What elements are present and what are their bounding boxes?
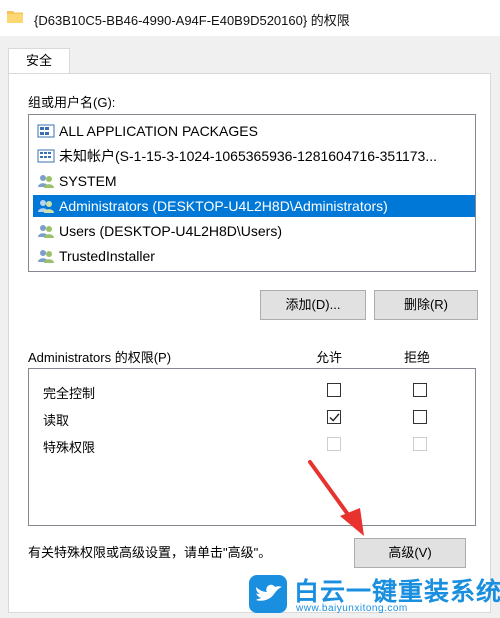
list-item[interactable]: 未知帐户(S-1-15-3-1024-1065365936-1281604716…	[37, 145, 475, 167]
list-item-selected[interactable]: Administrators (DESKTOP-U4L2H8D\Administ…	[33, 195, 475, 217]
watermark: 白云一键重装系统 www.baiyunxitong.com	[248, 572, 500, 616]
list-item[interactable]: TrustedInstaller	[37, 245, 475, 267]
deny-header: 拒绝	[404, 350, 431, 365]
checkmark-icon	[329, 413, 340, 422]
list-item-label: 未知帐户(S-1-15-3-1024-1065365936-1281604716…	[59, 148, 437, 164]
list-item-label: SYSTEM	[59, 173, 117, 189]
tab-security[interactable]: 安全	[8, 48, 70, 74]
users-group-icon	[38, 175, 54, 188]
groups-list[interactable]: ALL APPLICATION PACKAGES 未知帐户(S-1-15-3-1…	[28, 114, 476, 272]
users-group-icon	[38, 200, 54, 213]
list-item-label: ALL APPLICATION PACKAGES	[59, 123, 258, 139]
permission-row-label: 读取	[43, 413, 70, 428]
allow-full-control-checkbox[interactable]	[327, 383, 341, 397]
folder-icon	[7, 11, 23, 23]
list-item-label: TrustedInstaller	[59, 248, 155, 264]
unknown-account-icon	[37, 149, 55, 163]
groups-label: 组或用户名(G):	[28, 95, 116, 110]
permission-row-label: 完全控制	[43, 386, 96, 401]
list-item[interactable]: ALL APPLICATION PACKAGES	[37, 120, 475, 142]
deny-full-control-checkbox[interactable]	[413, 383, 427, 397]
users-group-icon	[38, 250, 54, 263]
permissions-list: 完全控制 读取 特殊权限	[28, 368, 476, 526]
permissions-label: Administrators 的权限(P)	[28, 350, 172, 365]
list-item[interactable]: Users (DESKTOP-U4L2H8D\Users)	[37, 220, 475, 242]
users-group-icon	[38, 225, 54, 238]
permission-row-label: 特殊权限	[43, 440, 96, 455]
advanced-hint: 有关特殊权限或高级设置，请单击"高级"。	[28, 545, 272, 560]
deny-special-checkbox	[413, 437, 427, 451]
window-title: {D63B10C5-BB46-4990-A94F-E40B9D520160} 的…	[34, 13, 350, 28]
add-button[interactable]: 添加(D)...	[260, 290, 366, 320]
allow-special-checkbox	[327, 437, 341, 451]
allow-header: 允许	[316, 350, 343, 365]
annotation-arrow-icon	[308, 460, 364, 536]
remove-button[interactable]: 删除(R)	[374, 290, 478, 320]
bird-logo-icon	[249, 575, 287, 613]
app-packages-icon	[37, 124, 55, 138]
allow-read-checkbox[interactable]	[327, 410, 341, 424]
watermark-url: www.baiyunxitong.com	[296, 603, 408, 614]
list-item-label: Administrators (DESKTOP-U4L2H8D\Administ…	[59, 198, 388, 214]
list-item-label: Users (DESKTOP-U4L2H8D\Users)	[59, 223, 283, 239]
list-item[interactable]: SYSTEM	[37, 170, 475, 192]
deny-read-checkbox[interactable]	[413, 410, 427, 424]
window-titlebar: {D63B10C5-BB46-4990-A94F-E40B9D520160} 的…	[0, 0, 500, 36]
